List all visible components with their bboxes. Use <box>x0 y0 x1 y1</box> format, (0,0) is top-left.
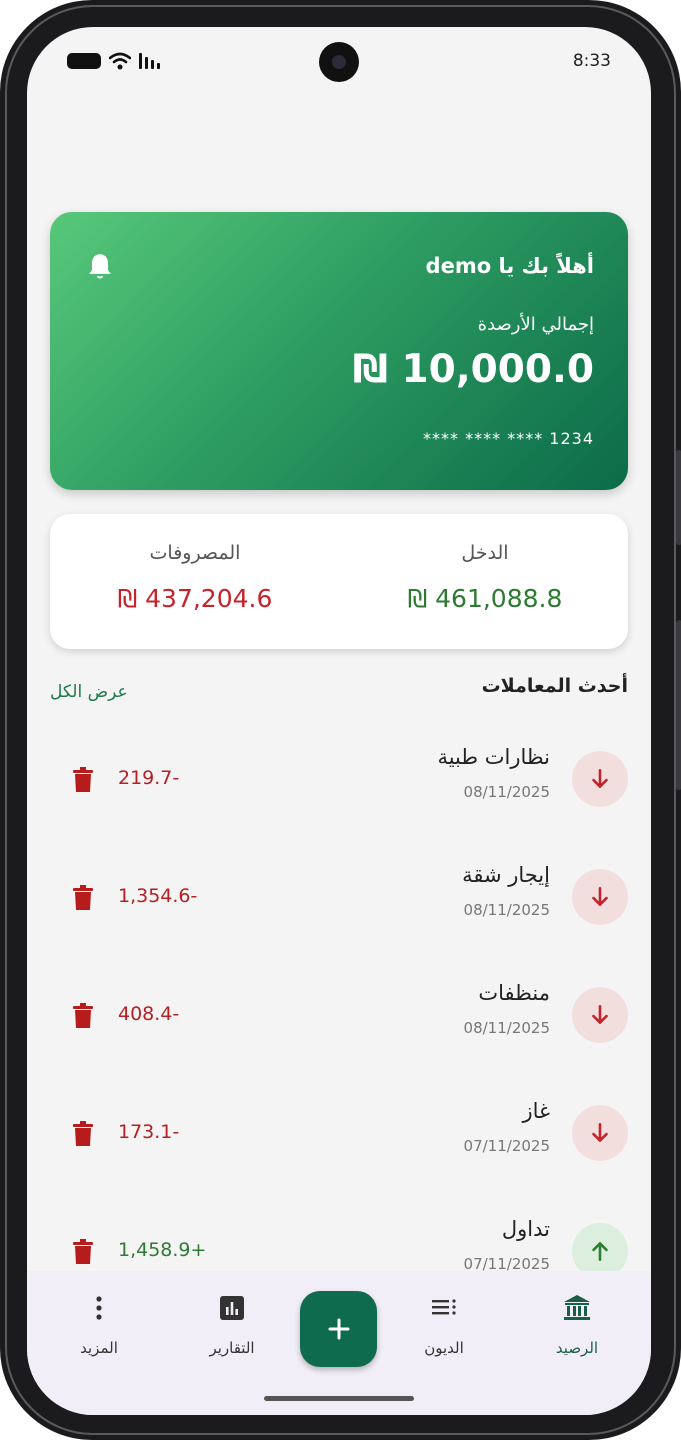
greeting-text: أهلاً بك يا demo <box>425 254 594 278</box>
power-button <box>676 620 681 790</box>
transaction-date: 08/11/2025 <box>463 783 550 801</box>
transaction-amount: 219.7- <box>118 767 180 789</box>
transaction-name: نظارات طبية <box>437 745 550 769</box>
transaction-name: تداول <box>501 1217 550 1241</box>
status-time: 8:33 <box>572 51 611 71</box>
nav-item-balance[interactable]: الرصيد <box>527 1291 627 1357</box>
recent-transactions-title: أحدث المعاملات <box>481 675 628 697</box>
signal-icon <box>139 53 160 69</box>
transaction-amount: 173.1- <box>118 1121 180 1143</box>
trash-icon[interactable] <box>72 767 94 793</box>
nav-label-more: المزيد <box>80 1339 118 1357</box>
transaction-amount: 408.4- <box>118 1003 180 1025</box>
trash-icon[interactable] <box>72 1003 94 1029</box>
bell-icon[interactable] <box>86 252 114 282</box>
transaction-name: غاز <box>522 1099 550 1123</box>
trash-icon[interactable] <box>72 1121 94 1147</box>
transaction-row[interactable]: غاز 07/11/2025 173.1- <box>50 1089 628 1179</box>
nav-item-reports[interactable]: التقارير <box>182 1291 282 1357</box>
add-transaction-button[interactable] <box>300 1291 377 1367</box>
chart-icon <box>220 1296 244 1320</box>
expense-arrow-icon <box>572 751 628 807</box>
income-value: ₪ 461,088.8 <box>407 584 563 613</box>
transaction-amount: 1,354.6- <box>118 885 198 907</box>
view-all-link[interactable]: عرض الكل <box>50 682 128 702</box>
expense-label: المصروفات <box>149 542 241 564</box>
nav-label-reports: التقارير <box>209 1339 255 1357</box>
nav-item-debts[interactable]: الديون <box>394 1291 494 1357</box>
expense-arrow-icon <box>572 1105 628 1161</box>
income-summary: الدخل ₪ 461,088.8 <box>370 542 600 613</box>
transaction-row[interactable]: منظفات 08/11/2025 408.4- <box>50 971 628 1061</box>
wifi-icon <box>109 52 131 70</box>
transaction-date: 08/11/2025 <box>463 901 550 919</box>
status-icons <box>67 51 160 71</box>
income-label: الدخل <box>461 542 509 564</box>
home-indicator[interactable] <box>264 1396 414 1401</box>
plus-icon <box>328 1318 349 1340</box>
transaction-name: منظفات <box>478 981 550 1005</box>
nav-label-balance: الرصيد <box>555 1339 599 1357</box>
status-bar: 8:33 <box>27 27 651 97</box>
transaction-row[interactable]: إيجار شقة 08/11/2025 1,354.6- <box>50 853 628 943</box>
transaction-row[interactable]: نظارات طبية 08/11/2025 219.7- <box>50 735 628 825</box>
front-camera <box>319 42 359 82</box>
total-balance-amount: ₪ 10,000.0 <box>352 347 594 392</box>
expense-summary: المصروفات ₪ 437,204.6 <box>80 542 310 613</box>
expense-arrow-icon <box>572 987 628 1043</box>
income-expense-summary: الدخل ₪ 461,088.8 المصروفات ₪ 437,204.6 <box>50 514 628 649</box>
balance-card[interactable]: أهلاً بك يا demo إجمالي الأرصدة ₪ 10,000… <box>50 212 628 490</box>
phone-frame: 8:33 أهلاً بك يا demo إجمالي الأرصدة ₪ 1… <box>0 0 681 1440</box>
bank-icon <box>564 1295 590 1320</box>
card-number: **** **** **** 1234 <box>423 429 594 448</box>
app-screen: 8:33 أهلاً بك يا demo إجمالي الأرصدة ₪ 1… <box>27 27 651 1415</box>
transaction-date: 07/11/2025 <box>463 1137 550 1155</box>
trash-icon[interactable] <box>72 885 94 911</box>
bottom-navigation: الرصيد الديون التقارير المزيد <box>27 1271 651 1415</box>
battery-icon <box>67 53 101 69</box>
more-vertical-icon <box>96 1296 102 1320</box>
expense-value: ₪ 437,204.6 <box>117 584 273 613</box>
trash-icon[interactable] <box>72 1239 94 1265</box>
total-balance-label: إجمالي الأرصدة <box>477 314 594 335</box>
transaction-name: إيجار شقة <box>462 863 550 887</box>
expense-arrow-icon <box>572 869 628 925</box>
nav-label-debts: الديون <box>424 1339 464 1357</box>
nav-item-more[interactable]: المزيد <box>49 1291 149 1357</box>
transaction-date: 08/11/2025 <box>463 1019 550 1037</box>
volume-button <box>676 450 681 545</box>
list-icon <box>432 1299 456 1315</box>
transaction-amount: 1,458.9+ <box>118 1239 207 1261</box>
